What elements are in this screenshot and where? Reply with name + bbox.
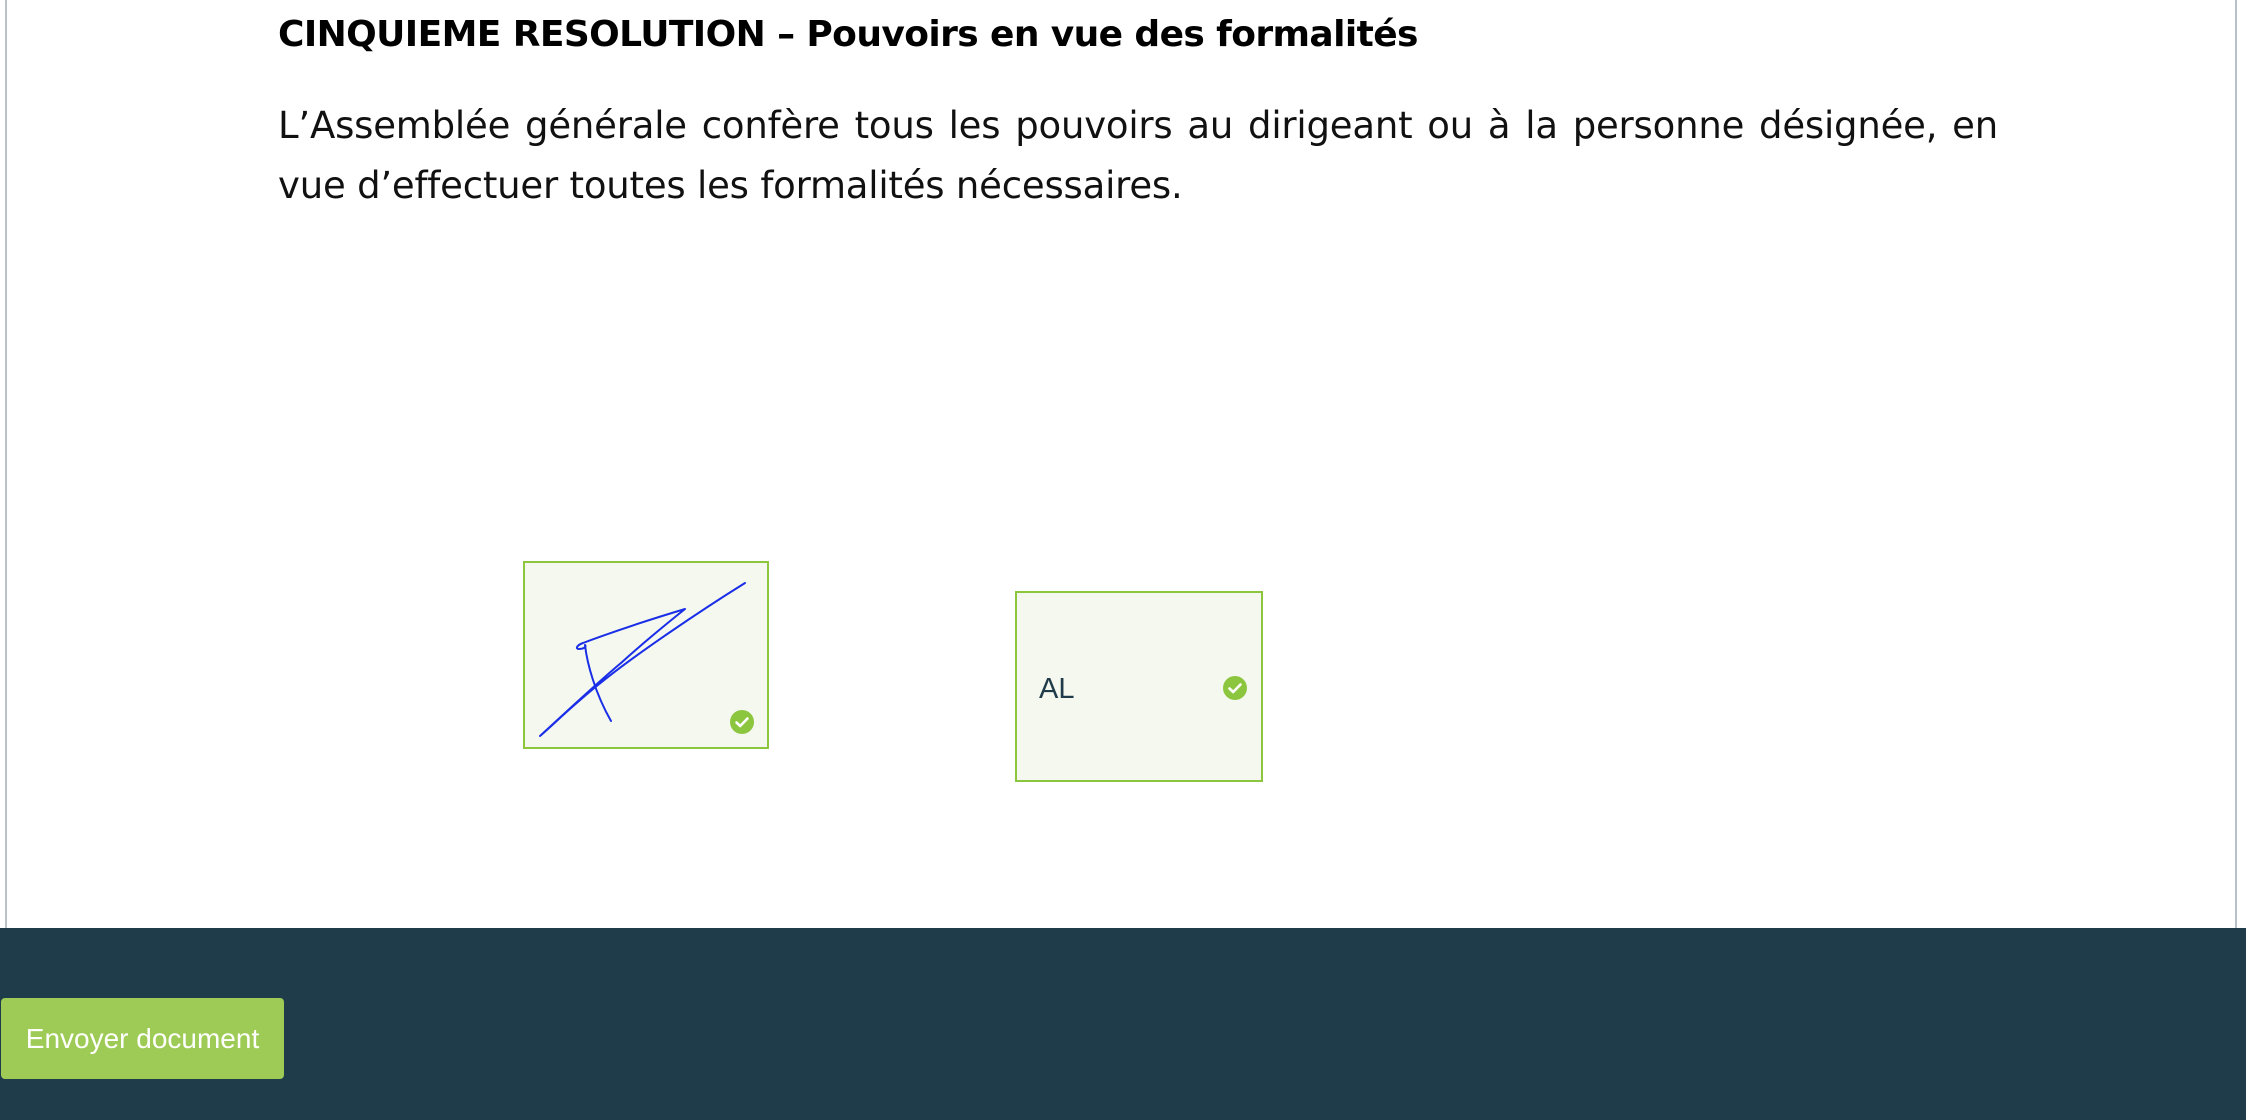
check-circle-icon	[1223, 676, 1247, 700]
send-document-button[interactable]: Envoyer document	[1, 998, 284, 1079]
footer-bar: Envoyer document	[0, 928, 2246, 1120]
resolution-heading: CINQUIEME RESOLUTION – Pouvoirs en vue d…	[278, 14, 1418, 55]
document-viewer: CINQUIEME RESOLUTION – Pouvoirs en vue d…	[0, 0, 2246, 1120]
initials-field[interactable]: AL	[1015, 591, 1263, 782]
check-circle-icon	[730, 710, 754, 734]
signature-field[interactable]	[523, 561, 769, 749]
initials-text: AL	[1039, 673, 1075, 705]
resolution-text: L’Assemblée générale confère tous les po…	[278, 104, 1998, 207]
document-page: CINQUIEME RESOLUTION – Pouvoirs en vue d…	[5, 0, 2237, 928]
